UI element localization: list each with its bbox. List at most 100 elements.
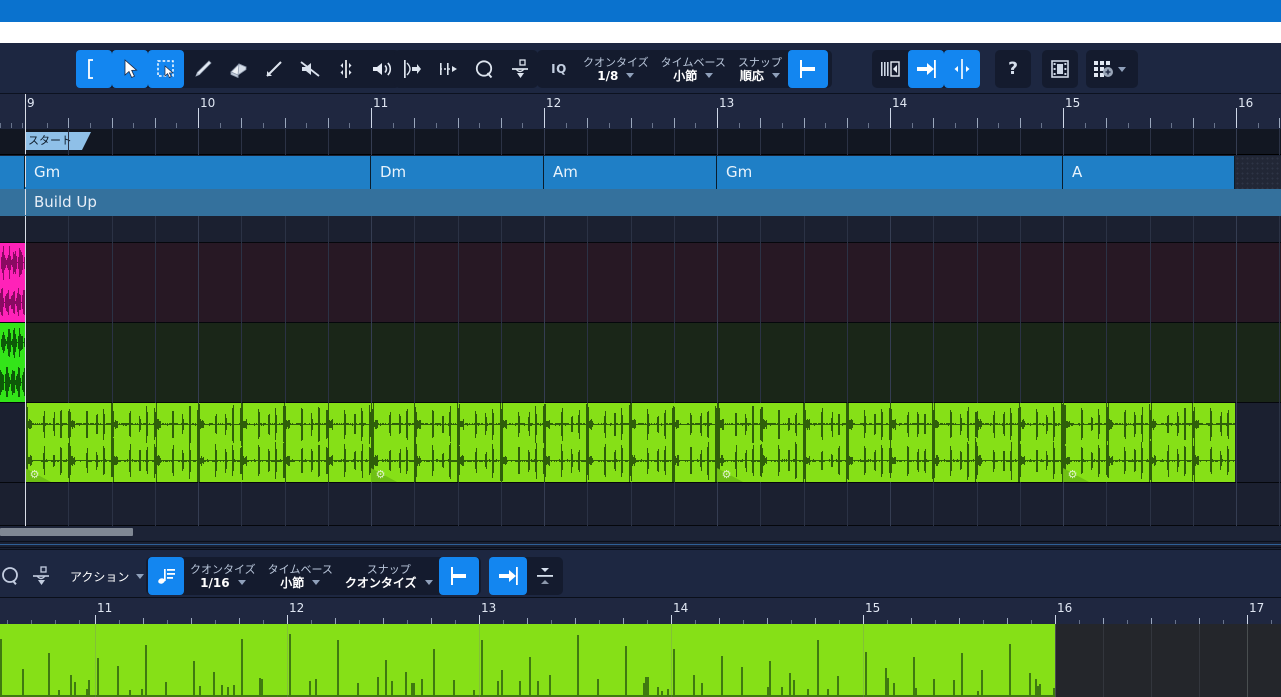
chord-track-empty[interactable] (1235, 156, 1281, 189)
grid-line (1063, 243, 1064, 323)
grid-line (717, 243, 718, 323)
audio-region-d[interactable] (863, 624, 1055, 697)
track-lanes-area[interactable]: ⚙ ⚙ ⚙ ⚙ (0, 216, 1281, 526)
grid-line (198, 323, 199, 403)
eraser-tool[interactable] (220, 50, 256, 88)
empty-lane[interactable] (0, 483, 1281, 526)
center-playhead-button[interactable] (944, 50, 980, 88)
chevron-down-icon[interactable] (237, 580, 246, 585)
grid-line (587, 243, 588, 323)
editor-search-button[interactable] (0, 557, 25, 595)
quantize-value: 1/8 (597, 68, 619, 83)
selection-tool[interactable] (148, 50, 184, 88)
grid-line (544, 216, 545, 243)
chord-segment[interactable]: Am (544, 156, 717, 189)
waveform-bar (289, 633, 291, 697)
line-tool[interactable] (256, 50, 292, 88)
editor-canvas[interactable] (0, 624, 1281, 697)
nudge-left-button[interactable] (872, 50, 908, 88)
grid-line (285, 483, 286, 526)
mute-range-tool[interactable] (502, 50, 538, 88)
chord-track[interactable]: Gm Dm Am Gm A (0, 156, 1281, 189)
video-button[interactable] (1042, 50, 1078, 88)
playhead[interactable] (25, 216, 26, 526)
chord-segment[interactable]: Dm (371, 156, 544, 189)
audio-track-pink[interactable] (0, 243, 1281, 323)
chevron-down-icon[interactable] (312, 580, 321, 585)
help-button[interactable]: ? (995, 50, 1031, 88)
ruler-sub-tick (695, 123, 696, 128)
chord-segment[interactable]: Gm (25, 156, 371, 189)
arranger-part[interactable]: Build Up (25, 189, 1281, 216)
pencil-tool[interactable] (184, 50, 220, 88)
horizontal-scrollbar-thumb[interactable] (0, 528, 133, 536)
note-tool-button[interactable] (148, 557, 184, 595)
timestretch-tool[interactable] (430, 50, 466, 88)
divider-accent (0, 544, 1281, 545)
chevron-down-icon[interactable] (705, 73, 714, 78)
grid-settings-button[interactable] (1086, 50, 1120, 88)
grid-line (890, 243, 891, 323)
editor-nudge-right-button[interactable] (489, 557, 527, 595)
grid-line (847, 323, 848, 403)
clip-audio-3[interactable]: ⚙ (717, 403, 1063, 482)
bend-tool[interactable] (394, 50, 430, 88)
snap-field[interactable]: スナップ 順応 (732, 50, 788, 88)
editor-mute-range-button[interactable] (26, 557, 56, 595)
editor-ruler[interactable]: 11 12 13 14 15 16 17 (0, 598, 1281, 624)
editor-snap-to-grid-toggle[interactable] (438, 557, 479, 595)
timebase-field[interactable]: タイムベース 小節 (655, 50, 732, 88)
clip-pink[interactable] (0, 243, 25, 322)
help-label: ? (1008, 59, 1018, 79)
mute-tool[interactable] (292, 50, 328, 88)
chord-segment[interactable]: Gm (717, 156, 1063, 189)
zoom-tool[interactable] (466, 50, 502, 88)
grid-line (285, 129, 286, 155)
clip-audio-1[interactable]: ⚙ (25, 403, 371, 482)
clip-audio-4[interactable]: ⚙ (1063, 403, 1235, 482)
spacer-lane[interactable] (0, 216, 1281, 243)
horizontal-scrollbar-track[interactable] (0, 526, 1281, 540)
waveform-bar (385, 660, 387, 697)
marker-flag[interactable]: スタート (25, 132, 91, 150)
playhead (25, 189, 26, 215)
clip-audio-2[interactable]: ⚙ (371, 403, 717, 482)
iq-button[interactable]: IQ (541, 50, 577, 88)
timeline-ruler[interactable]: 9 10 11 12 13 14 15 16 (0, 94, 1281, 129)
arranger-part-lead[interactable] (0, 189, 25, 216)
marker-track[interactable]: スタート (0, 129, 1281, 155)
ruler-sub-tick (825, 123, 826, 128)
chevron-down-icon[interactable] (136, 573, 145, 579)
quantize-field[interactable]: クオンタイズ 1/8 (577, 50, 655, 88)
snap-to-grid-toggle[interactable] (787, 50, 828, 88)
editor-snap-field[interactable]: スナップ クオンタイズ (339, 557, 439, 595)
grid-line (198, 483, 199, 526)
clip-settings-gear-icon[interactable]: ⚙ (29, 469, 40, 480)
arranger-track[interactable]: Build Up (0, 189, 1281, 216)
waveform-bar (241, 639, 243, 697)
ruler-beat-tick (112, 118, 113, 128)
nudge-right-button[interactable] (908, 50, 944, 88)
editor-timebase-field[interactable]: タイムベース 小節 (262, 557, 339, 595)
editor-quantize-field[interactable]: クオンタイズ 1/16 (184, 557, 262, 595)
grid-line (1193, 323, 1194, 403)
ruler-beat-tick (1106, 118, 1107, 128)
split-tool[interactable] (328, 50, 364, 88)
chevron-down-icon[interactable] (424, 580, 433, 585)
grid-line (717, 129, 718, 155)
clip-green-left[interactable] (0, 323, 25, 402)
editor-velocity-button[interactable] (527, 557, 563, 595)
chord-segment-partial[interactable] (0, 156, 25, 189)
chevron-down-icon[interactable] (626, 73, 635, 78)
audio-region-a[interactable] (0, 624, 96, 697)
chevron-down-icon[interactable] (771, 73, 780, 78)
clip-settings-gear-icon[interactable]: ⚙ (721, 469, 732, 480)
audio-track-green[interactable] (0, 323, 1281, 403)
arrow-tool[interactable] (112, 50, 148, 88)
chord-segment[interactable]: A (1063, 156, 1235, 189)
action-menu[interactable]: アクション (64, 557, 150, 595)
clip-settings-gear-icon[interactable]: ⚙ (1067, 469, 1078, 480)
grid-line (414, 129, 415, 155)
range-tool[interactable] (76, 50, 112, 88)
clip-settings-gear-icon[interactable]: ⚙ (375, 469, 386, 480)
